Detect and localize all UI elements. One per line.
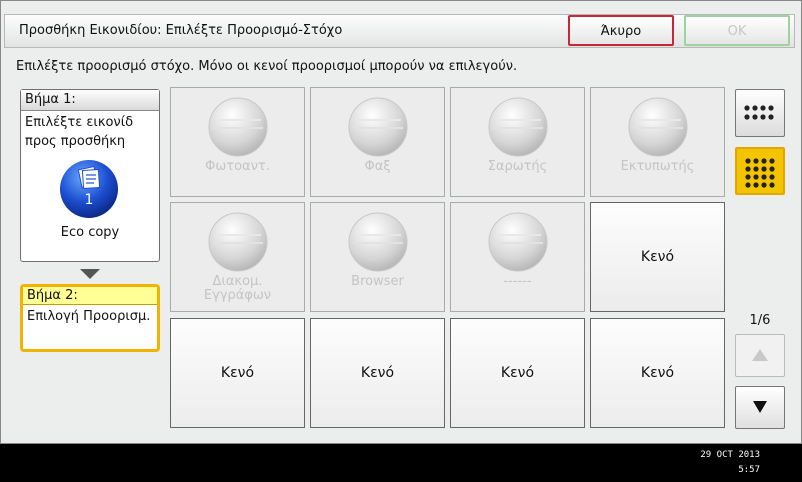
down-arrow-icon bbox=[80, 269, 100, 279]
grid-cell-printer: Εκτυπωτής bbox=[590, 87, 725, 197]
grid-cell-unnamed: ------ bbox=[450, 202, 585, 312]
instruction-text: Επιλέξτε προορισμό στόχο. Μόνο οι κενοί … bbox=[16, 59, 518, 74]
placeholder-sphere-icon bbox=[348, 212, 408, 272]
scroll-down-button[interactable] bbox=[735, 386, 785, 429]
grid-label: Κενό bbox=[640, 249, 675, 265]
grid-cell-copier: Φωτοαντ. bbox=[170, 87, 305, 197]
step2-panel: Βήμα 2: Επιλογή Προορισμ. bbox=[20, 284, 160, 352]
triangle-up-icon bbox=[752, 349, 768, 361]
placeholder-sphere-icon bbox=[348, 97, 408, 157]
cancel-button[interactable]: Άκυρο bbox=[568, 15, 674, 46]
eco-copy-icon: 1 bbox=[58, 158, 120, 220]
large-icons-view-button[interactable] bbox=[735, 147, 785, 195]
step1-heading: Βήμα 1: bbox=[21, 90, 159, 111]
step2-description: Επιλογή Προορισμ. bbox=[27, 309, 151, 324]
grid-cell-empty[interactable]: Κενό bbox=[170, 318, 305, 428]
grid-label-line1: Διακομ. bbox=[212, 274, 263, 289]
grid-cell-empty[interactable]: Κενό bbox=[590, 318, 725, 428]
grid-cell-empty[interactable]: Κενό bbox=[310, 318, 445, 428]
grid-label: Κενό bbox=[640, 365, 675, 381]
grid-large-icon bbox=[745, 158, 775, 188]
placeholder-sphere-icon bbox=[488, 97, 548, 157]
grid-label: Σαρωτής bbox=[487, 159, 548, 174]
grid-label: Κενό bbox=[220, 365, 255, 381]
step1-panel: Βήμα 1: Επιλέξτε εικονίδ προς προσθήκη 1 bbox=[20, 89, 160, 262]
grid-label: Κενό bbox=[500, 365, 535, 381]
grid-cell-empty[interactable]: Κενό bbox=[450, 318, 585, 428]
grid-label: ------ bbox=[503, 274, 532, 289]
placeholder-sphere-icon bbox=[488, 212, 548, 272]
step2-heading: Βήμα 2: bbox=[23, 287, 157, 305]
grid-cell-scanner: Σαρωτής bbox=[450, 87, 585, 197]
small-icons-view-button[interactable] bbox=[735, 89, 785, 137]
step1-line2: προς προσθήκη bbox=[25, 134, 126, 149]
step1-description: Επιλέξτε εικονίδ προς προσθήκη bbox=[21, 111, 159, 153]
placeholder-sphere-icon bbox=[628, 97, 688, 157]
badge-number: 1 bbox=[84, 192, 94, 208]
ok-button[interactable]: OK bbox=[684, 15, 790, 46]
grid-label: Διακομ. Εγγράφων bbox=[171, 275, 304, 303]
grid-cell-browser: Browser bbox=[310, 202, 445, 312]
grid-label: Browser bbox=[351, 274, 404, 289]
grid-label: Φωτοαντ. bbox=[205, 159, 270, 174]
page-indicator: 1/6 bbox=[749, 313, 771, 328]
dialog-title: Προσθήκη Εικονιδίου: Επιλέξτε Προορισμό-… bbox=[19, 23, 343, 38]
placeholder-sphere-icon bbox=[208, 212, 268, 272]
screen: Προσθήκη Εικονιδίου: Επιλέξτε Προορισμό-… bbox=[0, 0, 802, 444]
scroll-up-button[interactable] bbox=[735, 334, 785, 377]
status-clock: 29 OCT 2013 5:57 bbox=[680, 448, 760, 478]
triangle-down-icon bbox=[753, 401, 767, 413]
title-bar: Προσθήκη Εικονιδίου: Επιλέξτε Προορισμό-… bbox=[4, 14, 795, 48]
selected-icon-name: Eco copy bbox=[60, 225, 120, 240]
step1-line1: Επιλέξτε εικονίδ bbox=[25, 115, 134, 130]
grid-cell-document-server: Διακομ. Εγγράφων bbox=[170, 202, 305, 312]
grid-cell-fax: Φαξ bbox=[310, 87, 445, 197]
grid-label: Φαξ bbox=[364, 159, 391, 174]
grid-small-icon bbox=[744, 105, 774, 120]
grid-label-line2: Εγγράφων bbox=[203, 288, 272, 303]
grid-label: Εκτυπωτής bbox=[620, 159, 695, 174]
placeholder-sphere-icon bbox=[208, 97, 268, 157]
grid-label: Κενό bbox=[360, 365, 395, 381]
clock-date: 29 OCT 2013 bbox=[700, 450, 760, 460]
grid-cell-empty[interactable]: Κενό bbox=[590, 202, 725, 312]
clock-time: 5:57 bbox=[738, 465, 760, 475]
